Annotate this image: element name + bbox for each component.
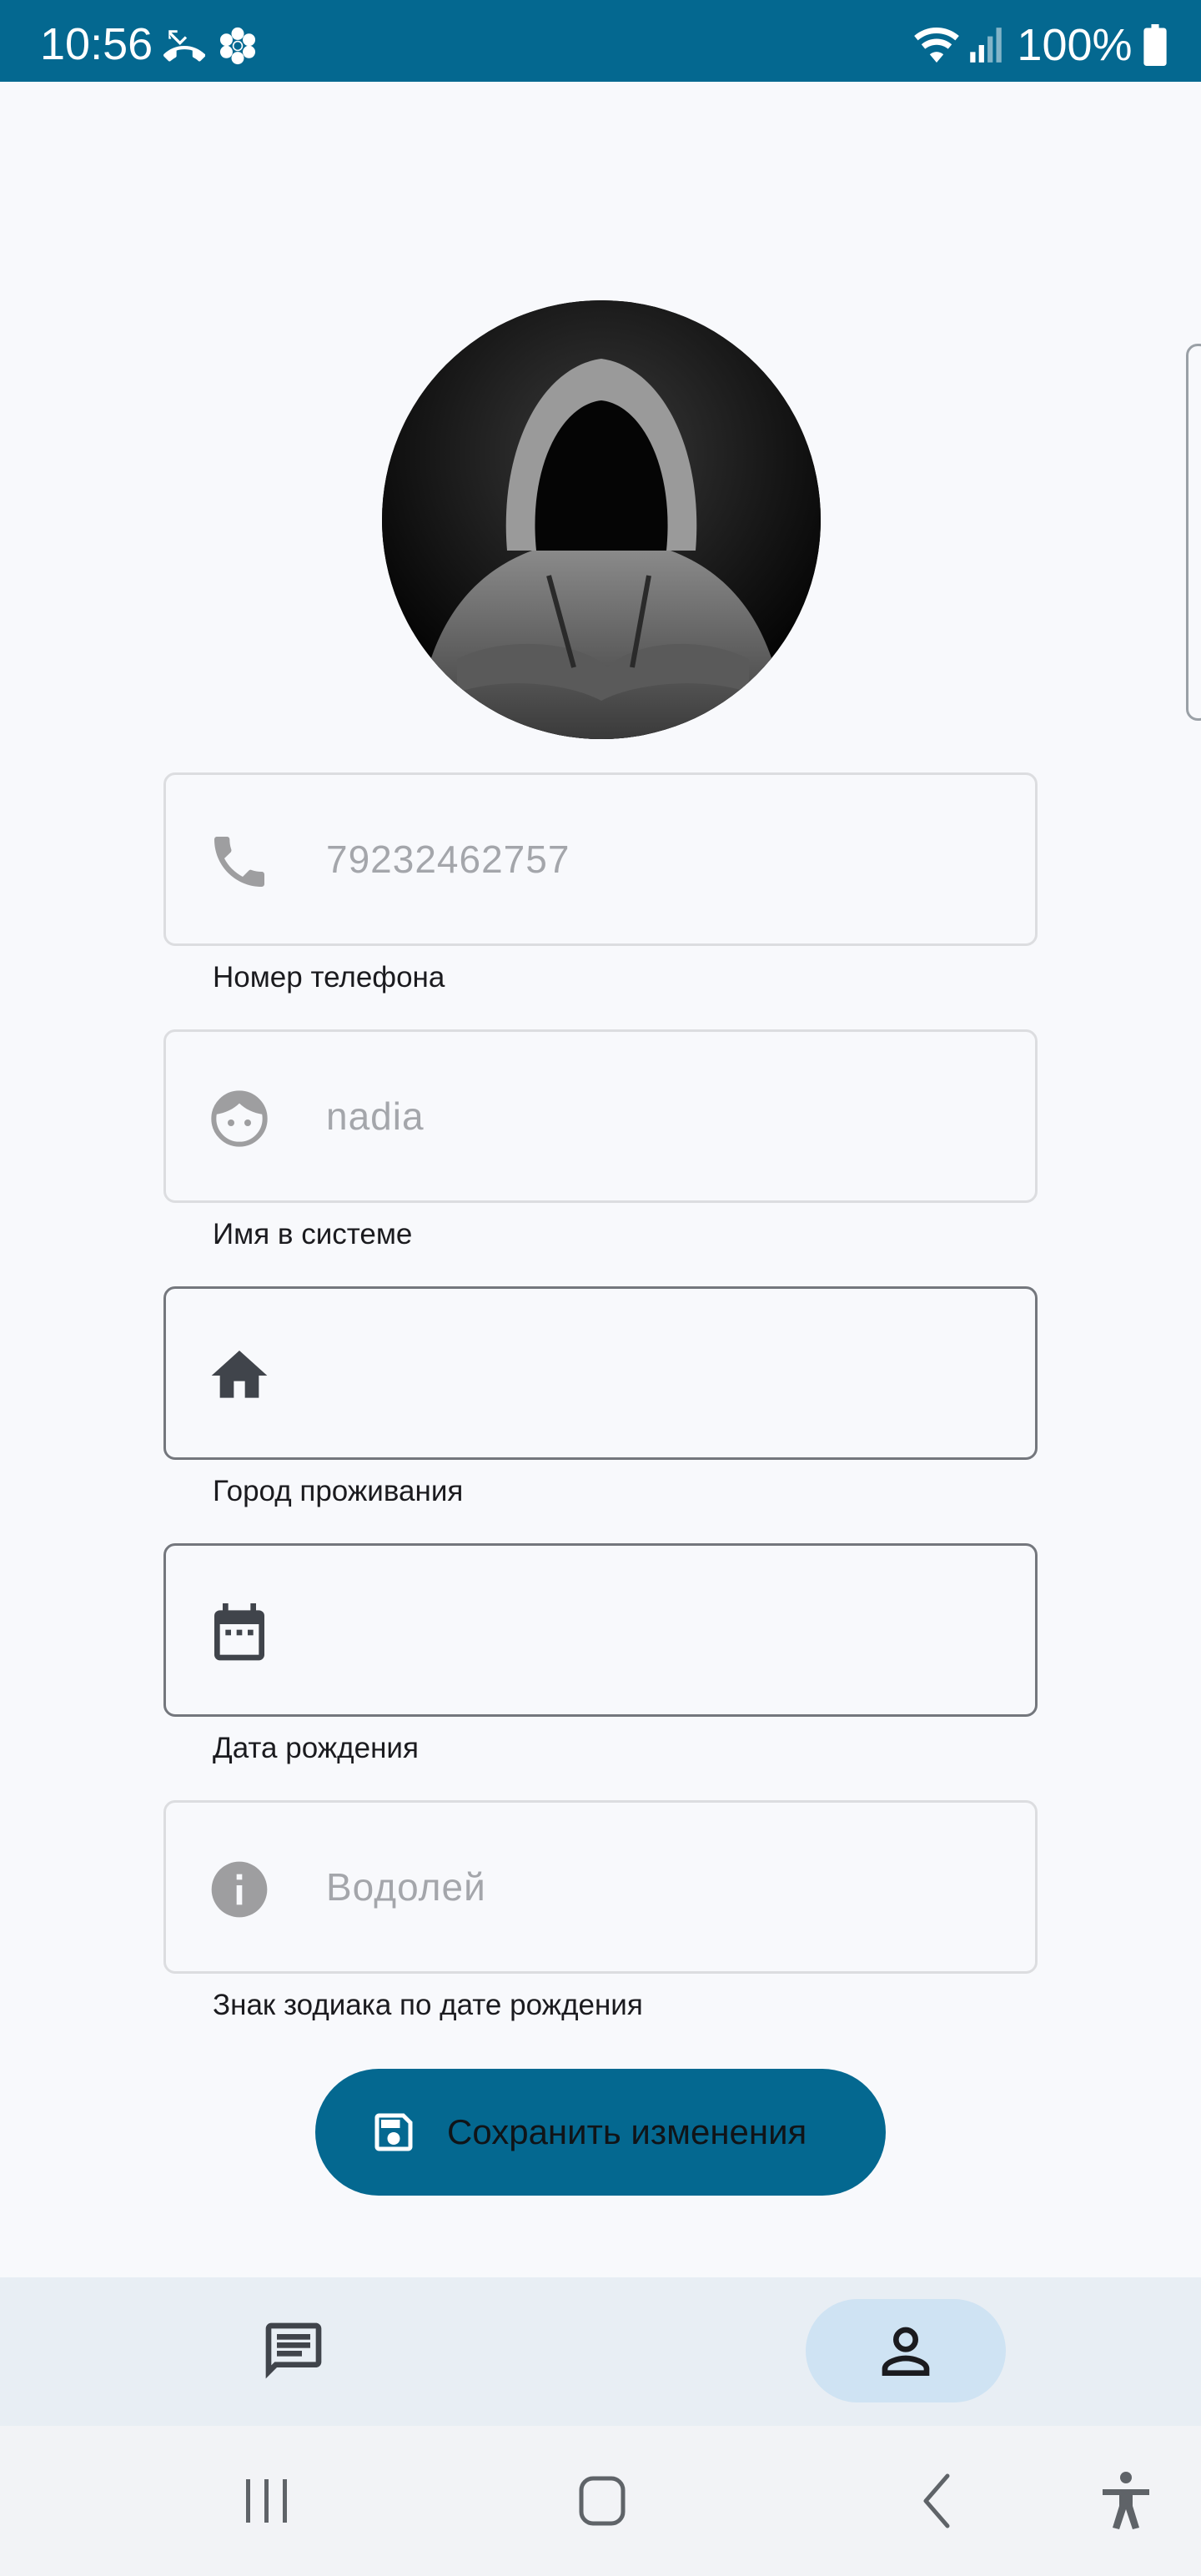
username-field[interactable]: nadia	[163, 1029, 1038, 1203]
phone-label: Номер телефона	[213, 961, 445, 994]
accessibility-button[interactable]	[1084, 2459, 1168, 2543]
home-icon	[206, 1342, 273, 1409]
save-button[interactable]: Сохранить изменения	[315, 2069, 886, 2196]
zodiac-label: Знак зодиака по дате рождения	[213, 1989, 643, 2021]
home-button[interactable]	[560, 2459, 644, 2543]
birthdate-label: Дата рождения	[213, 1732, 419, 1764]
wifi-icon	[913, 28, 959, 63]
edge-panel-handle[interactable]	[1186, 344, 1201, 721]
info-icon	[206, 1856, 273, 1923]
status-time: 10:56	[40, 19, 153, 69]
person-icon	[882, 2327, 930, 2376]
back-icon	[923, 2473, 950, 2528]
missed-call-icon	[163, 30, 205, 62]
hooded-figure-avatar	[382, 300, 821, 739]
recents-button[interactable]	[225, 2459, 309, 2543]
phone-value: 79232462757	[326, 838, 570, 881]
phone-icon	[206, 828, 273, 895]
calendar-icon	[206, 1599, 273, 1666]
birthdate-field[interactable]	[163, 1543, 1038, 1717]
city-label: Город проживания	[213, 1475, 464, 1507]
battery-percentage: 100%	[1017, 20, 1133, 70]
system-navigation	[0, 2426, 1201, 2576]
status-right-icons: 100%	[912, 22, 1168, 68]
home-nav-icon	[579, 2476, 626, 2526]
avatar[interactable]	[382, 300, 821, 739]
back-button[interactable]	[897, 2459, 981, 2543]
face-icon	[206, 1085, 273, 1152]
username-label: Имя в системе	[213, 1218, 413, 1250]
chat-icon	[265, 2322, 322, 2379]
save-button-label: Сохранить изменения	[447, 2112, 807, 2151]
recents-icon	[246, 2479, 287, 2523]
save-icon	[374, 2113, 413, 2151]
phone-field[interactable]: 79232462757	[163, 772, 1038, 946]
zodiac-field[interactable]: Водолей	[163, 1800, 1038, 1974]
status-bar: 10:56 100%	[0, 0, 1201, 82]
zodiac-value: Водолей	[326, 1865, 486, 1909]
bottom-navigation	[0, 2277, 1201, 2426]
flower-icon	[220, 27, 256, 65]
signal-icon	[970, 28, 1002, 63]
battery-icon	[1143, 24, 1167, 66]
nav-profile[interactable]	[806, 2299, 1006, 2402]
accessibility-icon	[1103, 2472, 1149, 2529]
username-value: nadia	[326, 1094, 425, 1138]
status-left-icons	[163, 25, 267, 67]
nav-chats[interactable]	[193, 2299, 394, 2402]
city-field[interactable]	[163, 1286, 1038, 1460]
